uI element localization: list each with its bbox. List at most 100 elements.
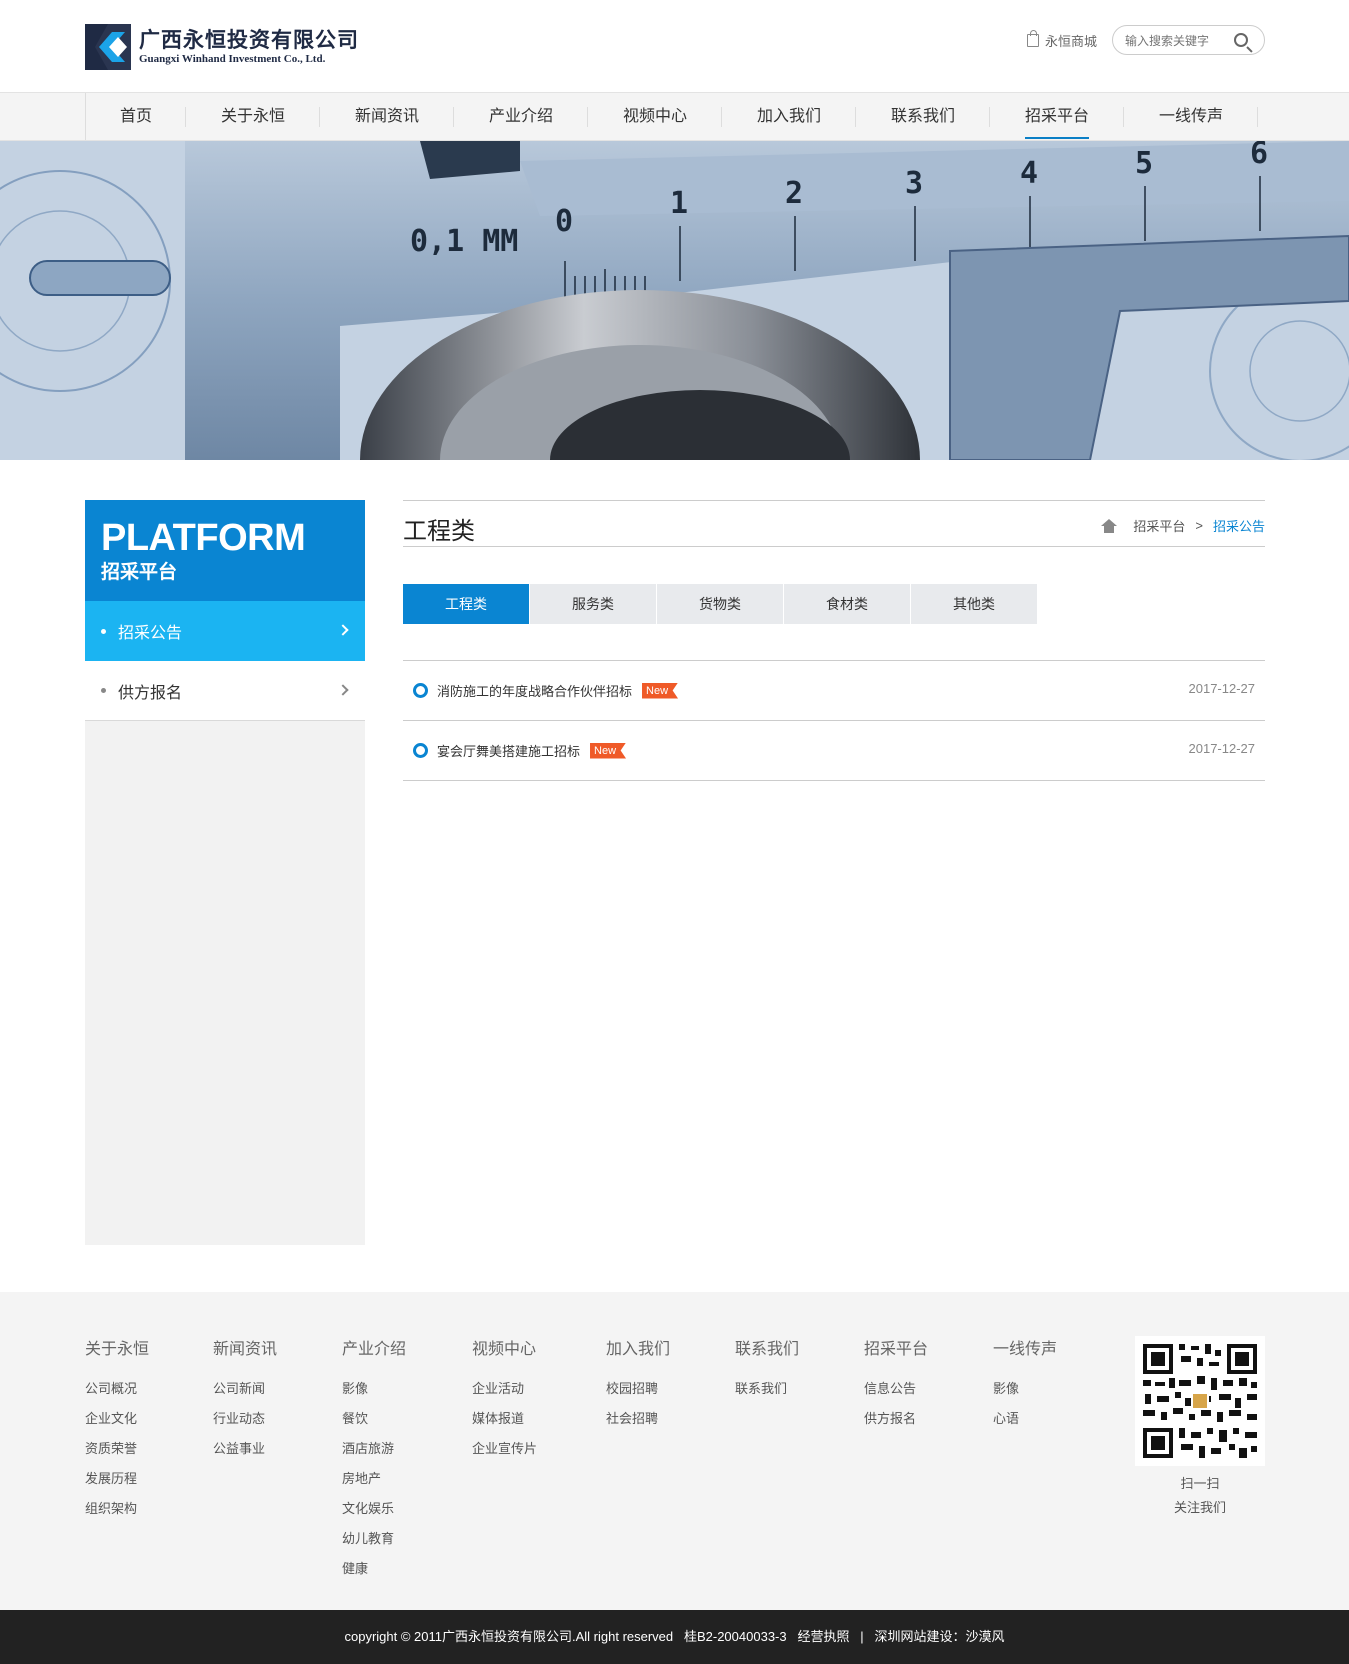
sidebar-title-en: PLATFORM — [101, 517, 306, 559]
home-icon[interactable] — [1101, 518, 1118, 533]
svg-text:2: 2 — [785, 176, 803, 211]
tab-goods[interactable]: 货物类 — [657, 584, 783, 624]
breadcrumb-current[interactable]: 招采公告 — [1213, 516, 1265, 535]
svg-text:3: 3 — [905, 166, 923, 201]
announcement-title[interactable]: 消防施工的年度战略合作伙伴招标 — [437, 681, 632, 700]
footer-link[interactable]: 幼儿教育 — [342, 1524, 406, 1554]
nav-item-video[interactable]: 视频中心 — [588, 93, 722, 140]
svg-text:5: 5 — [1135, 146, 1153, 181]
footer-heading[interactable]: 一线传声 — [993, 1340, 1057, 1360]
footer-column-video: 视频中心 企业活动 媒体报道 企业宣传片 — [472, 1340, 537, 1464]
footer-link[interactable]: 资质荣誉 — [85, 1434, 149, 1464]
footer-link[interactable]: 公益事业 — [213, 1434, 277, 1464]
nav-item-frontline[interactable]: 一线传声 — [1124, 93, 1258, 140]
list-item[interactable]: 宴会厅舞美搭建施工招标 New 2017-12-27 — [403, 721, 1265, 781]
sidebar-item-supplier-signup[interactable]: 供方报名 — [85, 661, 365, 721]
nav-item-contact[interactable]: 联系我们 — [856, 93, 990, 140]
footer-link[interactable]: 酒店旅游 — [342, 1434, 406, 1464]
sidebar-header: PLATFORM 招采平台 — [85, 500, 365, 601]
footer-link[interactable]: 媒体报道 — [472, 1404, 537, 1434]
nav-item-procurement[interactable]: 招采平台 — [990, 93, 1124, 140]
footer-column-frontline: 一线传声 影像 心语 — [993, 1340, 1057, 1434]
qr-caption: 扫一扫 关注我们 — [1135, 1472, 1265, 1520]
qr-caption-line1: 扫一扫 — [1180, 1476, 1220, 1491]
svg-text:4: 4 — [1020, 156, 1038, 191]
list-item[interactable]: 消防施工的年度战略合作伙伴招标 New 2017-12-27 — [403, 661, 1265, 721]
footer-link[interactable]: 联系我们 — [735, 1374, 799, 1404]
footer-link[interactable]: 社会招聘 — [606, 1404, 670, 1434]
footer-column-contact: 联系我们 联系我们 — [735, 1340, 799, 1404]
nav-item-about[interactable]: 关于永恒 — [186, 93, 320, 140]
sidebar-item-label: 供方报名 — [118, 684, 183, 702]
title-bar: 工程类 招采平台 > 招采公告 — [403, 500, 1265, 547]
footer-link[interactable]: 校园招聘 — [606, 1374, 670, 1404]
footer-heading[interactable]: 视频中心 — [472, 1340, 537, 1360]
category-tabs: 工程类 服务类 货物类 食材类 其他类 — [403, 584, 1038, 624]
breadcrumb-parent[interactable]: 招采平台 — [1133, 516, 1185, 535]
new-badge: New — [642, 682, 679, 699]
footer-column-join: 加入我们 校园招聘 社会招聘 — [606, 1340, 670, 1434]
footer-link[interactable]: 影像 — [342, 1374, 406, 1404]
chevron-right-icon — [337, 684, 349, 696]
footer-link[interactable]: 信息公告 — [864, 1374, 928, 1404]
announcement-title[interactable]: 宴会厅舞美搭建施工招标 — [437, 741, 580, 760]
page-title: 工程类 — [403, 518, 475, 545]
footer-link[interactable]: 心语 — [993, 1404, 1057, 1434]
logo-chinese-name: 广西永恒投资有限公司 — [139, 28, 359, 52]
footer-link[interactable]: 健康 — [342, 1554, 406, 1584]
footer-link[interactable]: 组织架构 — [85, 1494, 149, 1524]
logo-english-name: Guangxi Winhand Investment Co., Ltd. — [139, 53, 326, 65]
copyright-text: copyright © 2011广西永恒投资有限公司.All right res… — [344, 1629, 1005, 1644]
tab-food-materials[interactable]: 食材类 — [784, 584, 910, 624]
footer-column-about: 关于永恒 公司概况 企业文化 资质荣誉 发展历程 组织架构 — [85, 1340, 149, 1524]
footer-heading[interactable]: 加入我们 — [606, 1340, 670, 1360]
breadcrumb-separator: > — [1195, 518, 1203, 533]
bullet-dot-icon — [101, 688, 106, 693]
footer-column-news: 新闻资讯 公司新闻 行业动态 公益事业 — [213, 1340, 277, 1464]
footer-link[interactable]: 发展历程 — [85, 1464, 149, 1494]
sidebar-item-announcements[interactable]: 招采公告 — [85, 601, 365, 661]
banner-image: 0,1 MM 0 1 2 3 4 5 6 — [0, 141, 1349, 460]
svg-text:0,1 MM: 0,1 MM — [410, 224, 518, 259]
footer-heading[interactable]: 产业介绍 — [342, 1340, 406, 1360]
tab-engineering[interactable]: 工程类 — [403, 584, 529, 624]
search-icon[interactable] — [1234, 33, 1248, 47]
nav-item-home[interactable]: 首页 — [86, 93, 186, 140]
footer-heading[interactable]: 新闻资讯 — [213, 1340, 277, 1360]
footer-link[interactable]: 企业宣传片 — [472, 1434, 537, 1464]
tab-services[interactable]: 服务类 — [530, 584, 656, 624]
footer-link[interactable]: 餐饮 — [342, 1404, 406, 1434]
shop-link-label: 永恒商城 — [1045, 34, 1098, 49]
announcement-date: 2017-12-27 — [1188, 741, 1256, 756]
footer-link[interactable]: 行业动态 — [213, 1404, 277, 1434]
footer-link[interactable]: 房地产 — [342, 1464, 406, 1494]
logo-icon — [85, 24, 131, 70]
sidebar: PLATFORM 招采平台 招采公告 供方报名 — [85, 500, 365, 1245]
footer-heading[interactable]: 关于永恒 — [85, 1340, 149, 1360]
company-logo[interactable]: 广西永恒投资有限公司 Guangxi Winhand Investment Co… — [85, 24, 395, 70]
footer-link[interactable]: 公司概况 — [85, 1374, 149, 1404]
footer-heading[interactable]: 联系我们 — [735, 1340, 799, 1360]
copyright-bar: copyright © 2011广西永恒投资有限公司.All right res… — [0, 1610, 1349, 1664]
shopping-bag-icon — [1027, 30, 1039, 47]
nav-item-news[interactable]: 新闻资讯 — [320, 93, 454, 140]
footer-link[interactable]: 公司新闻 — [213, 1374, 277, 1404]
nav-item-join[interactable]: 加入我们 — [722, 93, 856, 140]
sidebar-title-cn: 招采平台 — [101, 562, 178, 583]
tab-others[interactable]: 其他类 — [911, 584, 1037, 624]
footer-link[interactable]: 供方报名 — [864, 1404, 928, 1434]
footer-link[interactable]: 影像 — [993, 1374, 1057, 1404]
search-input[interactable] — [1125, 32, 1235, 50]
ring-bullet-icon — [413, 743, 428, 758]
bullet-dot-icon — [101, 628, 106, 634]
main-content: 工程类 招采平台 > 招采公告 工程类 服务类 货物类 食材类 其他类 消防施工… — [403, 500, 1265, 781]
nav-item-industry[interactable]: 产业介绍 — [454, 93, 588, 140]
footer-link[interactable]: 文化娱乐 — [342, 1494, 406, 1524]
footer-link[interactable]: 企业文化 — [85, 1404, 149, 1434]
footer-heading[interactable]: 招采平台 — [864, 1340, 928, 1360]
footer-link[interactable]: 企业活动 — [472, 1374, 537, 1404]
main-nav: 首页 关于永恒 新闻资讯 产业介绍 视频中心 加入我们 联系我们 招采平台 一线… — [0, 92, 1349, 141]
search-box — [1112, 25, 1265, 55]
site-footer: 关于永恒 公司概况 企业文化 资质荣誉 发展历程 组织架构 新闻资讯 公司新闻 … — [0, 1292, 1349, 1610]
shop-link[interactable]: 永恒商城 — [1027, 30, 1098, 50]
